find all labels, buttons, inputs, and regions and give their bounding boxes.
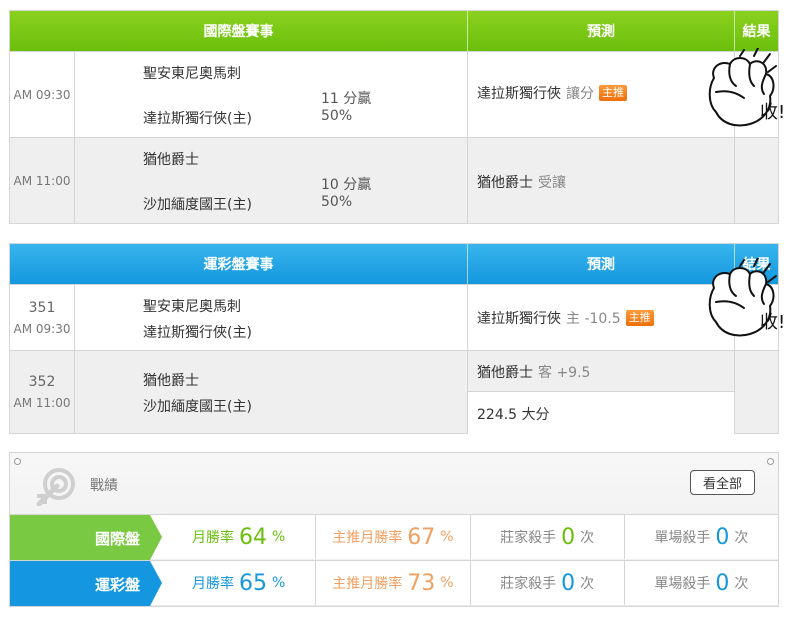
stat-value: 65 <box>238 570 267 596</box>
lottery-header-match: 運彩盤賽事 <box>10 244 468 284</box>
monthly-win-rate: 月勝率 64 % <box>162 515 317 559</box>
stat-value: 67 <box>407 524 436 550</box>
stat-unit: % <box>271 575 286 591</box>
prediction-team: 猶他爵士 <box>477 365 533 381</box>
table-row: AM 09:30 聖安東尼奧馬刺 11 分贏 達拉斯獨行俠(主) 50% 達拉斯… <box>10 51 778 137</box>
performance-row-lottery: 運彩盤 月勝率 65 % 主推月勝率 73 % 莊家殺手 0 次 單場殺手 0 … <box>10 560 778 606</box>
prediction-team: 達拉斯獨行俠 <box>477 311 561 327</box>
prediction-type: 受讓 <box>538 175 566 191</box>
stat-value: 0 <box>715 524 730 550</box>
stat-unit: 次 <box>734 530 749 546</box>
stat-unit: 次 <box>580 530 595 546</box>
match-time: AM 11:00 <box>13 173 71 188</box>
fist-icon: 收! <box>708 47 785 127</box>
stat-label: 莊家殺手 <box>500 576 557 592</box>
target-icon <box>36 468 75 506</box>
fist-win-stamp: 收! <box>700 257 789 348</box>
stat-label: 單場殺手 <box>654 576 711 592</box>
prediction: 猶他爵士 受讓 <box>477 172 566 192</box>
table-row: AM 11:00 猶他爵士 10 分贏 沙加緬度國王(主) 50% 猶他爵士 受… <box>10 137 778 223</box>
intl-header-prediction: 預測 <box>468 11 735 51</box>
match-time: AM 09:30 <box>13 87 71 102</box>
team-away: 聖安東尼奧馬刺 <box>143 66 241 82</box>
table-row: 352 AM 11:00 猶他爵士 沙加緬度國王(主) 猶他爵士 客 +9.5 … <box>10 350 778 434</box>
stat-unit: 次 <box>734 576 749 592</box>
prediction-type: 讓分 <box>566 86 594 102</box>
team-home: 達拉斯獨行俠(主) <box>143 111 252 127</box>
intl-header-result: 結果 <box>742 24 771 40</box>
stat-unit: % <box>440 529 454 545</box>
team-away: 聖安東尼奧馬刺 <box>143 299 241 315</box>
main-pick-badge: 主推 <box>599 85 627 101</box>
prediction: 達拉斯獨行俠 讓分 主推 <box>477 83 627 103</box>
banker-killer: 莊家殺手 0 次 <box>471 515 625 559</box>
main-pick-win-rate: 主推月勝率 73 % <box>316 561 471 605</box>
stat-label: 主推月勝率 <box>332 530 403 546</box>
stat-unit: % <box>271 529 286 545</box>
lottery-table-header: 運彩盤賽事 預測 結果 <box>10 244 778 284</box>
performance-panel: 戰績 看全部 國際盤 月勝率 64 % 主推月勝率 67 % 莊家殺手 0 次 … <box>9 452 779 607</box>
odds-spread: 11 分贏 <box>321 91 372 107</box>
stat-label: 主推月勝率 <box>332 576 403 592</box>
stat-label: 單場殺手 <box>654 530 711 546</box>
prediction-type: 客 +9.5 <box>538 365 591 381</box>
game-number: 352 <box>28 374 56 390</box>
single-game-killer: 單場殺手 0 次 <box>625 561 778 605</box>
performance-title: 戰績 <box>90 478 118 494</box>
monthly-win-rate: 月勝率 65 % <box>162 561 317 605</box>
prediction-type: 主 -10.5 <box>566 311 621 327</box>
stat-value: 0 <box>715 570 730 596</box>
odds-percent: 50% <box>321 194 353 210</box>
match-time: AM 09:30 <box>13 321 71 336</box>
stat-value: 73 <box>407 570 436 596</box>
team-away: 猶他爵士 <box>143 152 199 168</box>
performance-label: 運彩盤 <box>10 561 162 606</box>
prediction: 達拉斯獨行俠 主 -10.5 主推 <box>477 308 654 328</box>
see-all-button[interactable]: 看全部 <box>690 470 755 495</box>
win-stamp-text: 收! <box>760 102 785 123</box>
stat-label: 月勝率 <box>191 530 234 546</box>
single-game-killer: 單場殺手 0 次 <box>625 515 778 559</box>
stat-value: 0 <box>561 570 576 596</box>
prediction-total: 224.5 大分 <box>477 407 550 423</box>
stat-label: 月勝率 <box>191 576 234 592</box>
odds-spread: 10 分贏 <box>321 177 372 193</box>
intl-table-header: 國際盤賽事 預測 結果 <box>10 11 778 51</box>
lottery-header-prediction: 預測 <box>468 244 735 284</box>
stat-value: 0 <box>561 524 576 550</box>
team-home: 沙加緬度國王(主) <box>143 197 252 213</box>
table-row: 351 AM 09:30 聖安東尼奧馬刺 達拉斯獨行俠(主) 達拉斯獨行俠 主 … <box>10 284 778 350</box>
banker-killer: 莊家殺手 0 次 <box>471 561 625 605</box>
stat-unit: 次 <box>580 576 595 592</box>
team-home: 達拉斯獨行俠(主) <box>143 325 252 341</box>
performance-row-intl: 國際盤 月勝率 64 % 主推月勝率 67 % 莊家殺手 0 次 單場殺手 0 … <box>10 514 778 560</box>
win-stamp-text: 收! <box>760 312 785 333</box>
stat-unit: % <box>440 575 454 591</box>
prediction-team: 達拉斯獨行俠 <box>477 86 561 102</box>
performance-header: 戰績 看全部 <box>10 453 778 513</box>
intl-header-match: 國際盤賽事 <box>10 11 468 51</box>
odds-percent: 50% <box>321 108 353 124</box>
intl-table: 國際盤賽事 預測 結果 AM 09:30 聖安東尼奧馬刺 11 分贏 達拉斯獨行… <box>9 10 779 224</box>
stat-label: 莊家殺手 <box>500 530 557 546</box>
match-time: AM 11:00 <box>13 396 71 410</box>
team-home: 沙加緬度國王(主) <box>143 399 252 415</box>
main-pick-win-rate: 主推月勝率 67 % <box>316 515 471 559</box>
fist-icon: 收! <box>708 257 785 337</box>
lottery-table: 運彩盤賽事 預測 結果 351 AM 09:30 聖安東尼奧馬刺 達拉斯獨行俠(… <box>9 243 779 434</box>
game-number: 351 <box>28 299 56 316</box>
market-label: 國際盤 <box>94 530 140 548</box>
market-label: 運彩盤 <box>94 576 140 594</box>
team-away: 猶他爵士 <box>143 373 199 389</box>
main-pick-badge: 主推 <box>625 310 654 326</box>
performance-label: 國際盤 <box>10 515 162 560</box>
fist-win-stamp: 收! <box>700 47 789 138</box>
stat-value: 64 <box>238 524 267 550</box>
prediction: 猶他爵士 客 +9.5 <box>477 362 590 382</box>
prediction-team: 猶他爵士 <box>477 175 533 191</box>
